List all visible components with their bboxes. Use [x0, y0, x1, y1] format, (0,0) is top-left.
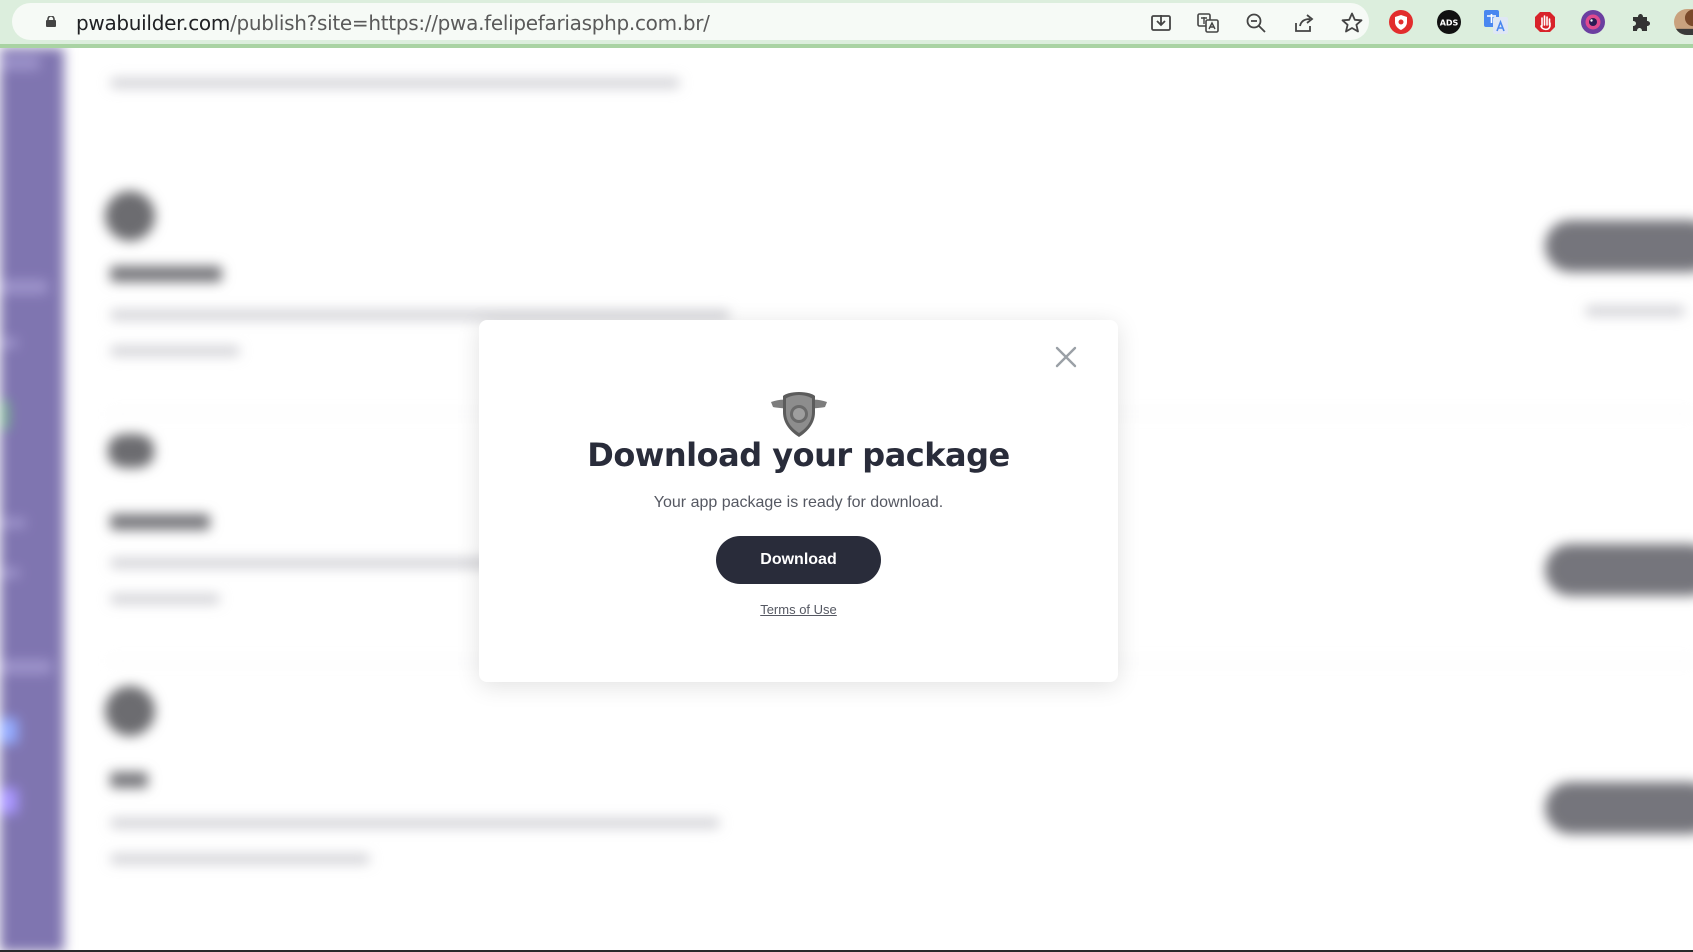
modal-title: Download your package	[587, 436, 1010, 474]
modal-description: Your app package is ready for download.	[653, 494, 944, 511]
address-bar[interactable]: pwabuilder.com/publish?site=https://pwa.…	[12, 3, 1369, 40]
zoom-out-icon[interactable]	[1244, 11, 1268, 35]
url-host: pwabuilder.com	[76, 11, 231, 35]
share-icon[interactable]	[1292, 11, 1316, 35]
url-path: /publish?site=https://pwa.felipefariasph…	[230, 11, 710, 35]
install-app-icon[interactable]	[1149, 11, 1173, 35]
camera-extension-icon[interactable]	[1580, 9, 1606, 35]
google-translate-extension-icon[interactable]	[1483, 9, 1509, 35]
lock-icon	[46, 16, 56, 27]
bookmark-star-icon[interactable]	[1340, 11, 1364, 35]
browser-toolbar: pwabuilder.com/publish?site=https://pwa.…	[0, 0, 1693, 48]
shield-extension-icon[interactable]	[1388, 9, 1414, 35]
profile-avatar[interactable]	[1674, 9, 1693, 35]
ads-badge-text: ADS	[1440, 19, 1459, 28]
terms-of-use-link[interactable]: Terms of Use	[479, 602, 1118, 617]
hand-block-extension-icon[interactable]	[1532, 9, 1558, 35]
close-button[interactable]	[1051, 342, 1081, 372]
download-button[interactable]: Download	[716, 536, 881, 584]
close-icon	[1055, 346, 1077, 368]
download-modal: Download your package Your app package i…	[479, 320, 1118, 682]
ads-extension-icon[interactable]: ADS	[1436, 9, 1462, 35]
shield-wings-icon	[771, 392, 827, 437]
translate-icon[interactable]	[1196, 11, 1220, 35]
puzzle-extensions-icon[interactable]	[1628, 9, 1654, 35]
url-text[interactable]: pwabuilder.com/publish?site=https://pwa.…	[76, 12, 710, 34]
